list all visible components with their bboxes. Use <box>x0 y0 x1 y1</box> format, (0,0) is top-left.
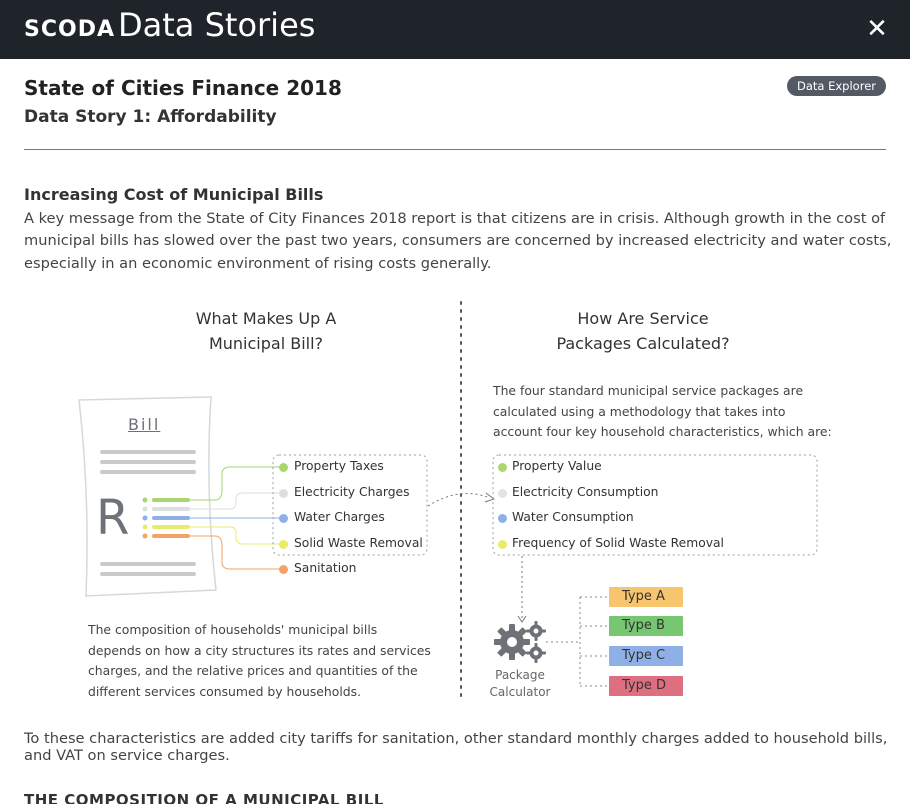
item-solid-waste-removal: Solid Waste Removal <box>294 536 423 550</box>
scoda-logo: SCODA <box>24 17 115 42</box>
divider <box>24 149 886 150</box>
water-consumption-dot <box>498 514 507 523</box>
type-d-box: Type D <box>609 676 683 696</box>
item-water-charges: Water Charges <box>294 510 385 524</box>
item-water-consumption: Water Consumption <box>512 510 634 524</box>
property-taxes-dot <box>279 463 288 472</box>
item-electricity-charges: Electricity Charges <box>294 485 410 499</box>
section-intro: A key message from the State of City Fin… <box>24 210 892 272</box>
electricity-consumption-dot <box>498 489 507 498</box>
page-title: State of Cities Finance 2018 <box>24 76 342 100</box>
data-explorer-button[interactable]: Data Explorer <box>787 76 886 96</box>
item-property-taxes: Property Taxes <box>294 459 384 473</box>
bill-label: Bill <box>128 415 161 434</box>
rand-symbol: R <box>96 490 130 546</box>
type-c-box: Type C <box>609 646 683 666</box>
left-description: The composition of households' municipal… <box>88 622 431 699</box>
solid-waste-dot <box>279 540 288 549</box>
type-a-box: Type A <box>609 587 683 607</box>
composition-heading: THE COMPOSITION OF A MUNICIPAL BILL <box>24 791 384 804</box>
water-charges-dot <box>279 514 288 523</box>
bottom-paragraph: To these characteristics are added city … <box>24 730 888 764</box>
right-description: The four standard municipal service pack… <box>493 383 832 440</box>
item-electricity-consumption: Electricity Consumption <box>512 485 659 499</box>
item-waste-frequency: Frequency of Solid Waste Removal <box>512 536 724 550</box>
municipal-bill-diagram: What Makes Up A Municipal Bill? How Are … <box>0 290 910 710</box>
section-heading: Increasing Cost of Municipal Bills <box>24 185 324 204</box>
electricity-charges-dot <box>279 489 288 498</box>
page-subtitle: Data Story 1: Affordability <box>24 107 277 127</box>
calculator-line1: Package <box>495 668 545 682</box>
calculator-line2: Calculator <box>489 685 551 699</box>
waste-frequency-dot <box>498 540 507 549</box>
app-title: Data Stories <box>118 6 316 44</box>
sanitation-dot <box>279 565 288 574</box>
close-icon[interactable]: ✕ <box>864 16 890 42</box>
top-bar: SCODA Data Stories ✕ <box>0 0 910 59</box>
item-property-value: Property Value <box>512 459 602 473</box>
item-sanitation: Sanitation <box>294 561 357 575</box>
property-value-dot <box>498 463 507 472</box>
gears-icon <box>494 621 546 663</box>
type-b-box: Type B <box>609 616 683 636</box>
package-calculator-label: Package Calculator <box>480 667 560 701</box>
